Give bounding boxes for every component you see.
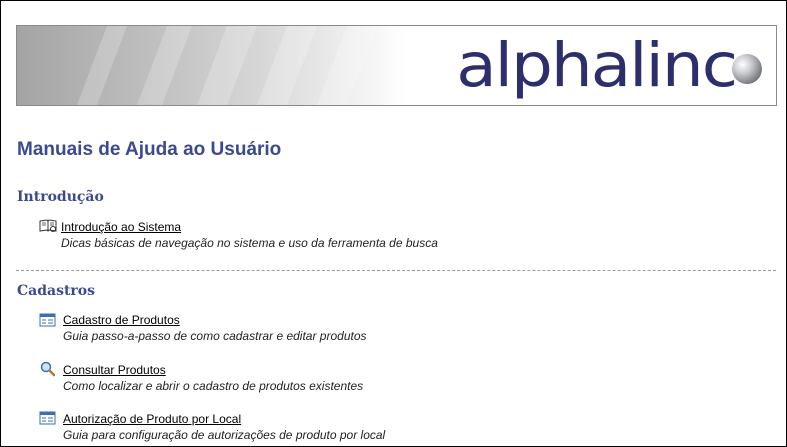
help-link-autorizacao-produto[interactable]: Autorização de Produto por Local	[63, 412, 241, 426]
section-title-cadastros: Cadastros	[17, 283, 96, 299]
form-window-icon	[39, 313, 56, 327]
magnifier-icon	[40, 361, 56, 377]
brand-logo-sphere-icon	[732, 54, 762, 84]
page-title: Manuais de Ajuda ao Usuário	[17, 139, 282, 160]
help-desc-cadastro-produtos: Guia passo-a-passo de como cadastrar e e…	[63, 329, 367, 343]
header-banner: alphalin c	[16, 25, 777, 106]
help-desc-introducao-sistema: Dicas básicas de navegação no sistema e …	[61, 236, 438, 250]
help-page-frame: alphalin c Manuais de Ajuda ao Usuário I…	[0, 0, 787, 447]
banner-stripes	[77, 26, 377, 105]
brand-logo: alphalin c	[456, 26, 738, 105]
help-link-introducao-sistema[interactable]: Introdução ao Sistema	[61, 220, 181, 234]
help-link-consultar-produtos[interactable]: Consultar Produtos	[63, 363, 166, 377]
help-desc-autorizacao-produto: Guia para configuração de autorizações d…	[63, 428, 386, 442]
brand-logo-c: c	[701, 29, 738, 101]
open-book-icon	[39, 219, 57, 232]
brand-logo-text: alphalin	[456, 29, 703, 101]
form-window-icon	[39, 411, 56, 425]
section-title-introducao: Introdução	[17, 189, 104, 205]
section-divider	[16, 270, 776, 271]
help-link-cadastro-produtos[interactable]: Cadastro de Produtos	[63, 313, 180, 327]
help-desc-consultar-produtos: Como localizar e abrir o cadastro de pro…	[63, 379, 364, 393]
